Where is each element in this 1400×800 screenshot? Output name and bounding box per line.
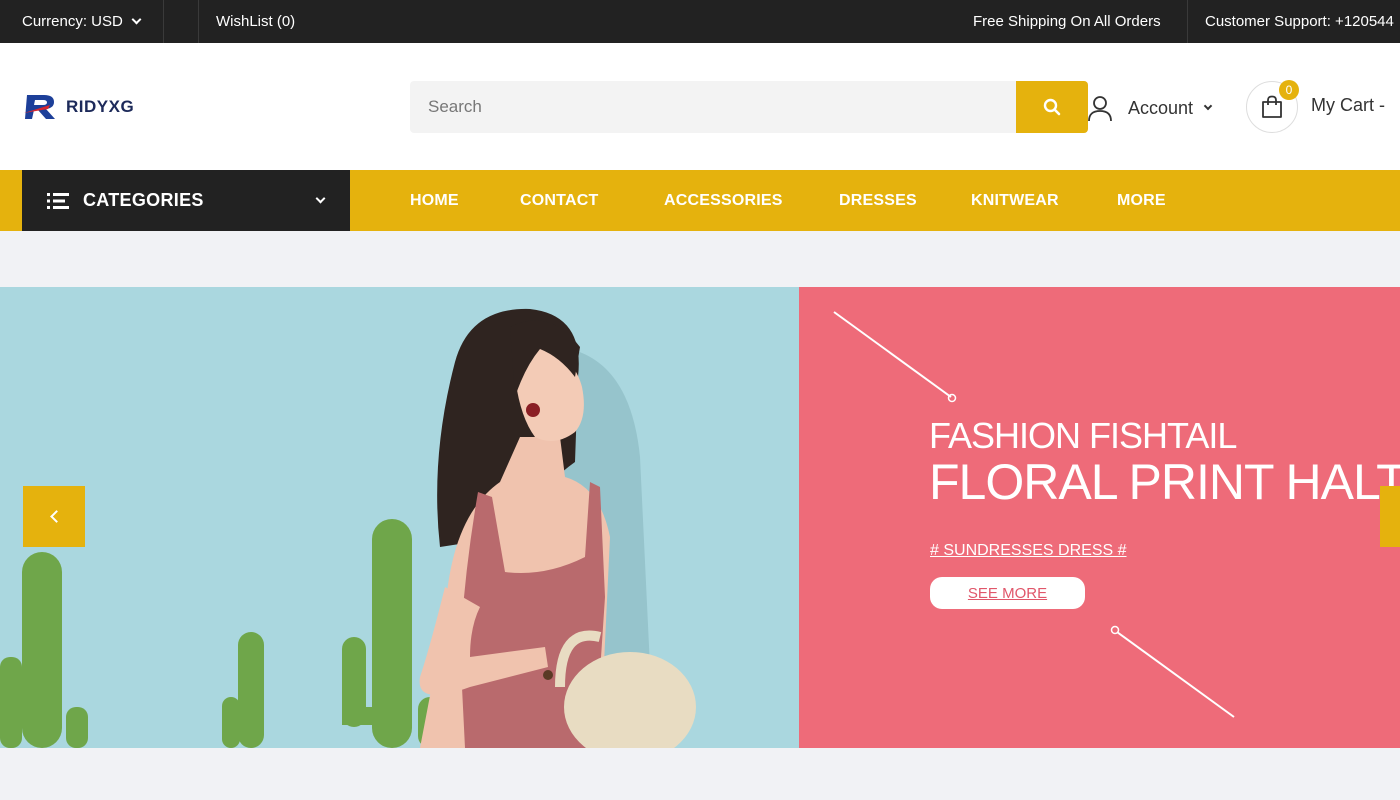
wishlist-link[interactable]: WishList (0) [216,0,295,43]
model-photo [0,308,696,748]
currency-selector[interactable]: Currency: USD [22,0,142,43]
hero-banner: FASHION FISHTAIL FLORAL PRINT HALTER # S… [0,287,1400,748]
shipping-text: Free Shipping On All Orders [973,13,1161,30]
account-label: Account [1128,97,1194,118]
shopping-bag-icon [1262,95,1282,118]
nav-more[interactable]: MORE [1117,170,1166,231]
nav-contact[interactable]: CONTACT [520,170,598,231]
slider-next-button[interactable] [1380,486,1400,547]
user-icon [1088,96,1112,122]
see-more-button[interactable]: SEE MORE [930,577,1085,609]
nav-accessories[interactable]: ACCESSORIES [664,170,783,231]
customer-support: Customer Support: +120544 [1205,0,1394,43]
cart-label[interactable]: My Cart - [1311,95,1385,116]
hero-photo [0,287,799,748]
chevron-left-icon [49,510,63,523]
menu-list-icon [47,192,69,209]
logo[interactable]: RIDYXG [24,93,134,121]
nav-dresses[interactable]: DRESSES [839,170,917,231]
wishlist-label: WishList (0) [216,13,296,30]
chevron-down-icon [1203,101,1213,111]
search-button[interactable] [1016,81,1088,133]
site-header: RIDYXG Account 0 My Cart - [0,43,1400,170]
top-bar: Currency: USD WishList (0) Free Shipping… [0,0,1400,43]
hero-title: FLORAL PRINT HALTER [929,454,1400,510]
search-icon [1043,98,1061,116]
support-text: Customer Support: +120544 [1205,13,1394,30]
nav-knitwear[interactable]: KNITWEAR [971,170,1059,231]
divider [1187,0,1188,43]
chevron-down-icon [315,193,326,204]
currency-label: Currency: USD [22,13,123,30]
hero-tagline[interactable]: # SUNDRESSES DRESS # [930,542,1127,560]
shipping-notice: Free Shipping On All Orders [973,0,1161,43]
main-nav: CATEGORIES HOME CONTACT ACCESSORIES DRES… [0,170,1400,231]
nav-home[interactable]: HOME [410,170,459,231]
account-menu[interactable]: Account [1086,91,1213,125]
hero-subtitle: FASHION FISHTAIL [929,415,1237,456]
categories-label: CATEGORIES [83,190,204,210]
hero-promo-panel: FASHION FISHTAIL FLORAL PRINT HALTER # S… [799,287,1400,748]
cart-count-badge: 0 [1279,80,1299,100]
chevron-down-icon [131,14,142,25]
slider-prev-button[interactable] [23,486,85,547]
search-bar [410,81,1088,133]
categories-menu[interactable]: CATEGORIES [22,170,350,231]
divider [163,0,164,43]
divider [198,0,199,43]
search-input[interactable] [410,81,1016,133]
decorative-lines [833,311,1235,718]
logo-icon [24,95,55,119]
logo-text: RIDYXG [66,97,135,116]
